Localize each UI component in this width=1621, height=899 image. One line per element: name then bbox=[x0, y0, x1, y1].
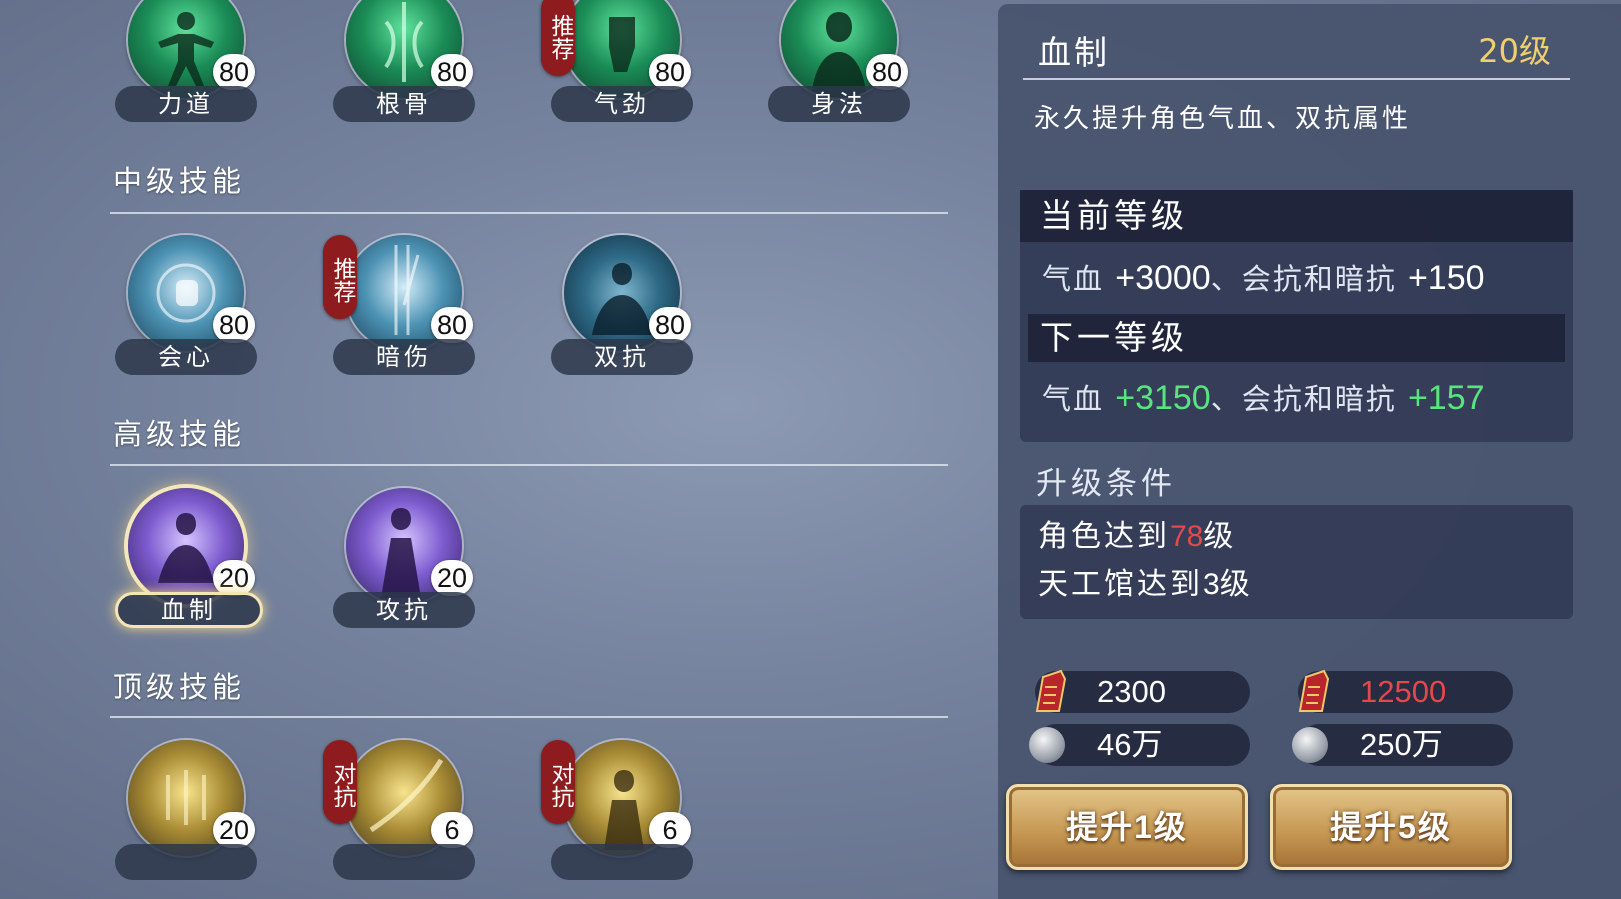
skill-name: 力道 bbox=[115, 86, 257, 122]
level-stats-box: 当前等级 气血 +3000、会抗和暗抗 +150 下一等级 气血 +3150、会… bbox=[1020, 190, 1573, 442]
pvp-tag: 对抗 bbox=[541, 740, 575, 824]
skill-name: 身法 bbox=[768, 86, 910, 122]
current-stat: 气血 +3000、会抗和暗抗 +150 bbox=[1042, 259, 1485, 297]
skill-name bbox=[333, 844, 475, 880]
cost-coin-5: 250万 bbox=[1292, 724, 1513, 766]
upgrade-1-button[interactable]: 提升1级 bbox=[1006, 784, 1248, 870]
skill-huixin[interactable]: 80 会心 bbox=[115, 235, 257, 385]
next-stat: 气血 +3150、会抗和暗抗 +157 bbox=[1042, 379, 1485, 417]
skill-gengu[interactable]: 80 根骨 bbox=[333, 0, 475, 132]
skill-top-2[interactable]: 对抗 6 bbox=[323, 740, 475, 890]
silver-coin-icon bbox=[1292, 727, 1328, 763]
skill-name: 双抗 bbox=[551, 339, 693, 375]
red-token-icon bbox=[1298, 669, 1330, 712]
skill-qijin[interactable]: 推荐 80 气劲 bbox=[541, 0, 693, 132]
recommend-tag: 推荐 bbox=[323, 235, 357, 319]
skill-name bbox=[551, 844, 693, 880]
detail-level: 20级 bbox=[1478, 32, 1551, 70]
condition-role-level: 角色达到78级 bbox=[1038, 519, 1237, 554]
upgrade-condition-box: 角色达到78级 天工馆达到3级 bbox=[1020, 505, 1573, 619]
divider bbox=[110, 716, 948, 718]
condition-workshop-level: 天工馆达到3级 bbox=[1038, 567, 1253, 602]
divider bbox=[110, 464, 948, 466]
skill-name: 根骨 bbox=[333, 86, 475, 122]
skill-top-1[interactable]: 20 bbox=[115, 740, 257, 890]
skill-name: 攻抗 bbox=[333, 592, 475, 628]
skill-shenfa[interactable]: 80 身法 bbox=[768, 0, 910, 132]
high-skills-title: 高级技能 bbox=[113, 417, 246, 451]
upgrade-5-button[interactable]: 提升5级 bbox=[1270, 784, 1512, 870]
recommend-tag: 推荐 bbox=[541, 0, 575, 76]
skill-name: 气劲 bbox=[551, 86, 693, 122]
skill-shuangkang[interactable]: 80 双抗 bbox=[551, 235, 693, 385]
next-level-label: 下一等级 bbox=[1028, 314, 1565, 362]
skill-name: 会心 bbox=[115, 339, 257, 375]
mid-skills-title: 中级技能 bbox=[113, 164, 246, 198]
skill-xuezhi[interactable]: 20 血制 bbox=[115, 488, 263, 638]
detail-description: 永久提升角色气血、双抗属性 bbox=[1034, 104, 1412, 134]
top-skills-title: 顶级技能 bbox=[113, 670, 246, 704]
skill-name bbox=[115, 844, 257, 880]
skill-list-panel: 80 力道 80 根骨 推荐 80 气劲 80 身法 中级技能 80 会心 推荐 bbox=[0, 0, 960, 899]
red-token-icon bbox=[1035, 669, 1067, 712]
cost-token-5: 12500 bbox=[1298, 669, 1513, 713]
divider bbox=[1023, 78, 1570, 80]
skill-detail-panel: 血制 20级 永久提升角色气血、双抗属性 当前等级 气血 +3000、会抗和暗抗… bbox=[998, 4, 1621, 899]
pvp-tag: 对抗 bbox=[323, 740, 357, 824]
skill-lidao[interactable]: 80 力道 bbox=[115, 0, 257, 132]
skill-name: 血制 bbox=[115, 592, 263, 628]
cost-coin-1: 46万 bbox=[1029, 724, 1250, 766]
detail-title: 血制 bbox=[1038, 33, 1110, 72]
skill-anshang[interactable]: 推荐 80 暗伤 bbox=[323, 235, 475, 385]
skill-top-3[interactable]: 对抗 6 bbox=[541, 740, 693, 890]
upgrade-condition-title: 升级条件 bbox=[1036, 466, 1176, 502]
current-level-label: 当前等级 bbox=[1020, 190, 1573, 242]
cost-token-1: 2300 bbox=[1035, 669, 1250, 713]
silver-coin-icon bbox=[1029, 727, 1065, 763]
skill-name: 暗伤 bbox=[333, 339, 475, 375]
divider bbox=[110, 212, 948, 214]
skill-gongkang[interactable]: 20 攻抗 bbox=[333, 488, 475, 638]
